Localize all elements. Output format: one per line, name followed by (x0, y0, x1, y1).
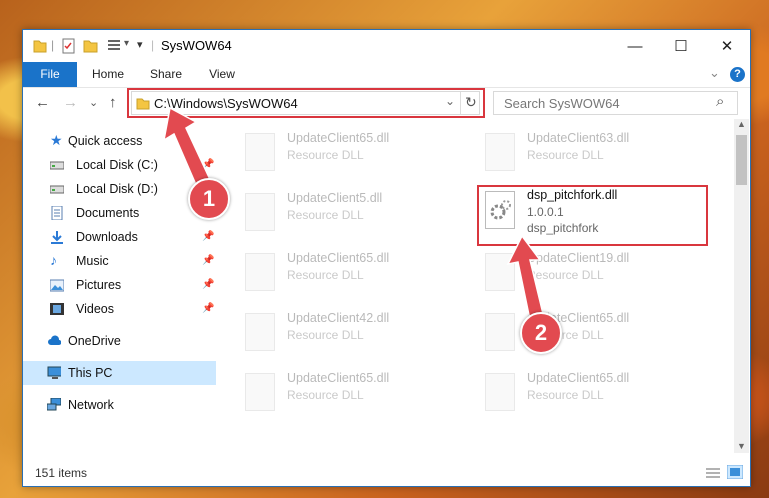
recent-locations-button[interactable]: ⌄ (89, 96, 98, 109)
maximize-button[interactable]: ☐ (658, 30, 704, 62)
dll-file-icon (245, 373, 275, 411)
file-tile[interactable]: UpdateClient5.dll Resource DLL (241, 187, 471, 239)
file-tile[interactable]: UpdateClient65.dll Resource DLL (241, 127, 471, 179)
dll-file-icon (485, 373, 515, 411)
videos-icon (50, 303, 64, 315)
pin-icon: 📌 (202, 279, 215, 290)
tab-file[interactable]: File (23, 62, 77, 87)
close-button[interactable]: ✕ (704, 30, 750, 62)
music-icon: ♪ (50, 252, 57, 268)
sidebar-item-onedrive[interactable]: OneDrive (23, 329, 218, 353)
up-button[interactable]: ↑ (109, 94, 117, 111)
help-icon[interactable]: ? (730, 67, 745, 82)
title-bar: | ▾ ▾ | SysWOW64 — ☐ ✕ (23, 30, 750, 62)
item-count: 151 items (35, 466, 88, 480)
documents-icon (51, 206, 63, 220)
vertical-scrollbar[interactable]: ▲ ▼ (734, 119, 749, 453)
cloud-icon (48, 335, 61, 345)
file-version: 1.0.0.1 (527, 205, 564, 219)
search-box[interactable]: Search SysWOW64 ⌕ (493, 91, 738, 115)
sidebar-item-videos[interactable]: Videos 📌 (23, 297, 218, 321)
scrollbar-thumb[interactable] (736, 135, 747, 185)
folder-icon (136, 98, 150, 110)
pin-icon: 📌 (202, 231, 215, 242)
network-icon (47, 398, 61, 411)
pin-icon: 📌 (202, 303, 215, 314)
file-tile[interactable]: UpdateClient42.dll Resource DLL (241, 307, 471, 359)
details-view-icon[interactable] (705, 467, 721, 479)
back-button[interactable]: ← (35, 94, 50, 111)
minimize-button[interactable]: — (612, 30, 658, 62)
sidebar-item-this-pc[interactable]: This PC (23, 361, 216, 385)
scroll-down-icon[interactable]: ▼ (737, 441, 746, 451)
tiles-view-icon[interactable] (727, 465, 743, 479)
file-tile[interactable]: UpdateClient63.dll Resource DLL (481, 127, 711, 179)
scroll-up-icon[interactable]: ▲ (737, 119, 746, 129)
explorer-window: | ▾ ▾ | SysWOW64 — ☐ ✕ File Home Share V… (22, 29, 751, 487)
sidebar-item-downloads[interactable]: Downloads 📌 (23, 225, 218, 249)
drive-icon (50, 161, 64, 170)
address-dropdown-icon[interactable]: ⌄ (445, 94, 455, 108)
computer-icon (47, 366, 61, 379)
step-1-badge: 1 (188, 178, 230, 220)
quick-access-overflow-icon[interactable]: ▾ (137, 38, 143, 54)
refresh-icon[interactable]: ↻ (465, 94, 477, 111)
file-list: UpdateClient65.dll Resource DLL UpdateCl… (219, 119, 734, 453)
search-icon[interactable]: ⌕ (716, 93, 724, 110)
gear-icon (490, 200, 511, 220)
file-tile[interactable]: UpdateClient65.dll Resource DLL (481, 367, 711, 419)
file-tile[interactable]: UpdateClient65.dll Resource DLL (241, 367, 471, 419)
drive-icon (50, 185, 64, 194)
navigation-bar: ← → ⌄ ↑ C:\Windows\SysWOW64 ⌄ ↻ Search S… (23, 87, 750, 119)
sidebar-item-network[interactable]: Network (23, 393, 218, 417)
sidebar-item-pictures[interactable]: Pictures 📌 (23, 273, 218, 297)
forward-button[interactable]: → (63, 94, 78, 111)
tab-view[interactable]: View (197, 62, 247, 87)
quick-access-dropdown-icon[interactable]: ▾ (124, 38, 129, 54)
step-2-badge: 2 (520, 312, 562, 354)
pin-icon: 📌 (202, 255, 215, 266)
customize-quick-access-icon[interactable] (107, 38, 123, 54)
properties-icon[interactable] (61, 38, 77, 54)
status-bar: 151 items (23, 462, 750, 484)
search-placeholder[interactable]: Search SysWOW64 (504, 96, 620, 111)
tab-home[interactable]: Home (83, 62, 133, 87)
download-icon (51, 231, 63, 244)
sidebar-item-music[interactable]: ♪ Music 📌 (23, 249, 218, 273)
pictures-icon (50, 279, 64, 292)
dll-file-icon (245, 313, 275, 351)
ribbon-tabs: File Home Share View ⌄ ? (23, 62, 750, 88)
dll-file-icon (245, 253, 275, 291)
new-folder-icon[interactable] (83, 38, 99, 54)
tab-share[interactable]: Share (141, 62, 191, 87)
folder-icon (33, 40, 47, 53)
file-tile[interactable]: UpdateClient65.dll Resource DLL (241, 247, 471, 299)
window-title: SysWOW64 (161, 38, 232, 53)
expand-ribbon-icon[interactable]: ⌄ (709, 65, 720, 81)
dll-file-icon (485, 133, 515, 171)
star-icon: ★ (50, 132, 63, 148)
dll-file-icon (485, 191, 515, 229)
